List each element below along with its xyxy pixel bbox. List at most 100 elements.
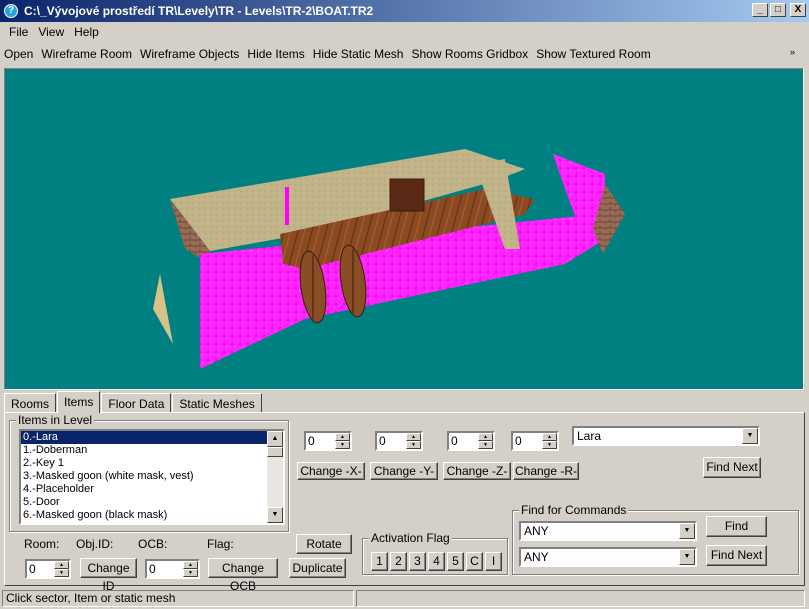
x-value: 0 — [308, 434, 315, 448]
status-message: Click sector, Item or static mesh — [2, 590, 354, 607]
flag-label: Flag: — [207, 537, 234, 551]
list-item[interactable]: 5.-Door — [21, 496, 283, 509]
stepper-down-icon[interactable]: ▼ — [478, 441, 493, 449]
change-r-button[interactable]: Change -R- — [513, 462, 579, 480]
level-render[interactable] — [5, 69, 804, 390]
change-ocb-button[interactable]: Change OCB — [208, 558, 278, 593]
3d-viewport[interactable] — [4, 68, 804, 390]
command-combo-2[interactable]: ANY ▼ — [519, 547, 697, 567]
stepper-up-icon[interactable]: ▲ — [335, 433, 350, 441]
flag-2-button[interactable]: 2 — [390, 552, 407, 571]
stepper-down-icon[interactable]: ▼ — [406, 441, 421, 449]
stepper-down-icon[interactable]: ▼ — [542, 441, 557, 449]
hide-static-mesh-button[interactable]: Hide Static Mesh — [313, 47, 404, 61]
change-z-button[interactable]: Change -Z- — [443, 462, 511, 480]
find-next-item-button[interactable]: Find Next — [703, 457, 761, 478]
activation-flag-group: Activation Flag 1 2 3 4 5 C I — [362, 531, 508, 575]
tab-rooms[interactable]: Rooms — [4, 393, 57, 413]
menu-file[interactable]: File — [4, 25, 33, 39]
rotate-button[interactable]: Rotate — [296, 534, 352, 554]
maximize-button[interactable]: □ — [770, 3, 786, 17]
tab-floor-data[interactable]: Floor Data — [101, 393, 172, 413]
z-stepper[interactable]: 0 ▲ ▼ — [447, 431, 495, 451]
y-value: 0 — [379, 434, 386, 448]
stepper-down-icon[interactable]: ▼ — [183, 569, 198, 577]
find-for-commands-group: Find for Commands ANY ▼ ANY ▼ Find Find … — [512, 503, 799, 575]
r-value: 0 — [515, 434, 522, 448]
tab-items[interactable]: Items — [57, 391, 101, 413]
show-textured-room-button[interactable]: Show Textured Room — [536, 47, 651, 61]
flag-1-button[interactable]: 1 — [371, 552, 388, 571]
find-commands-title: Find for Commands — [519, 503, 629, 517]
magenta-item[interactable] — [285, 187, 289, 225]
door-object[interactable] — [389, 178, 425, 212]
toolbar-overflow-chevron-icon[interactable]: » — [790, 47, 795, 57]
activation-flag-title: Activation Flag — [369, 531, 452, 545]
stepper-up-icon[interactable]: ▲ — [406, 433, 421, 441]
change-id-button[interactable]: Change ID — [80, 558, 137, 593]
find-button[interactable]: Find — [706, 516, 767, 537]
id-stepper[interactable]: 0 ▲ ▼ — [25, 559, 71, 579]
list-item[interactable]: 6.-Masked goon (black mask) — [21, 509, 283, 522]
title-bar: ? C:\_Vývojové prostředí TR\Levely\TR - … — [0, 0, 809, 22]
sandstone-shard[interactable] — [153, 274, 173, 344]
stepper-down-icon[interactable]: ▼ — [54, 569, 69, 577]
flag-5-button[interactable]: 5 — [447, 552, 464, 571]
wireframe-room-button[interactable]: Wireframe Room — [41, 47, 132, 61]
menu-bar: File View Help — [0, 22, 809, 42]
stepper-up-icon[interactable]: ▲ — [54, 561, 69, 569]
list-item[interactable]: 1.-Doberman — [21, 444, 283, 457]
minimize-button[interactable]: _ — [752, 3, 768, 17]
flag-4-button[interactable]: 4 — [428, 552, 445, 571]
command-combo-1-value: ANY — [524, 524, 549, 538]
scroll-thumb[interactable] — [267, 447, 283, 457]
stepper-up-icon[interactable]: ▲ — [183, 561, 198, 569]
app-icon: ? — [4, 4, 18, 18]
command-combo-1[interactable]: ANY ▼ — [519, 521, 697, 541]
items-listbox[interactable]: 0.-Lara 1.-Doberman 2.-Key 1 3.-Masked g… — [19, 429, 285, 525]
ocb-value: 0 — [149, 562, 156, 576]
flag-i-button[interactable]: I — [485, 552, 502, 571]
chevron-down-icon[interactable]: ▼ — [679, 549, 695, 565]
list-item[interactable]: 3.-Masked goon (white mask, vest) — [21, 470, 283, 483]
change-y-button[interactable]: Change -Y- — [370, 462, 438, 480]
ocb-label: OCB: — [138, 537, 168, 551]
items-scrollbar[interactable]: ▲ ▼ — [267, 431, 283, 523]
chevron-down-icon[interactable]: ▼ — [679, 523, 695, 539]
tab-strip: Rooms Items Floor Data Static Meshes — [4, 391, 263, 413]
show-rooms-gridbox-button[interactable]: Show Rooms Gridbox — [411, 47, 528, 61]
x-stepper[interactable]: 0 ▲ ▼ — [304, 431, 352, 451]
stepper-up-icon[interactable]: ▲ — [478, 433, 493, 441]
y-stepper[interactable]: 0 ▲ ▼ — [375, 431, 423, 451]
id-value: 0 — [29, 562, 36, 576]
scroll-down-icon[interactable]: ▼ — [267, 507, 283, 523]
items-panel: Items in Level 0.-Lara 1.-Doberman 2.-Ke… — [4, 412, 805, 593]
chevron-down-icon[interactable]: ▼ — [742, 428, 758, 444]
items-group-title: Items in Level — [16, 413, 95, 427]
hide-items-button[interactable]: Hide Items — [247, 47, 304, 61]
menu-view[interactable]: View — [33, 25, 69, 39]
wireframe-objects-button[interactable]: Wireframe Objects — [140, 47, 239, 61]
list-item[interactable]: 2.-Key 1 — [21, 457, 283, 470]
tab-static-meshes[interactable]: Static Meshes — [172, 393, 262, 413]
stepper-down-icon[interactable]: ▼ — [335, 441, 350, 449]
change-x-button[interactable]: Change -X- — [297, 462, 365, 480]
item-search-value: Lara — [577, 429, 602, 443]
obj-id-label: Obj.ID: — [76, 537, 114, 551]
flag-c-button[interactable]: C — [466, 552, 483, 571]
scroll-up-icon[interactable]: ▲ — [267, 431, 283, 447]
duplicate-button[interactable]: Duplicate — [289, 558, 346, 578]
ocb-stepper[interactable]: 0 ▲ ▼ — [145, 559, 200, 579]
find-next-command-button[interactable]: Find Next — [706, 545, 767, 566]
flag-3-button[interactable]: 3 — [409, 552, 426, 571]
r-stepper[interactable]: 0 ▲ ▼ — [511, 431, 559, 451]
menu-help[interactable]: Help — [69, 25, 104, 39]
close-button[interactable]: X — [790, 3, 806, 17]
list-item[interactable]: 4.-Placeholder — [21, 483, 283, 496]
list-item[interactable]: 0.-Lara — [21, 431, 283, 445]
stepper-up-icon[interactable]: ▲ — [542, 433, 557, 441]
window-title: C:\_Vývojové prostředí TR\Levely\TR - Le… — [24, 4, 374, 18]
open-button[interactable]: Open — [4, 47, 33, 61]
item-search-combo[interactable]: Lara ▼ — [572, 426, 760, 446]
z-value: 0 — [451, 434, 458, 448]
